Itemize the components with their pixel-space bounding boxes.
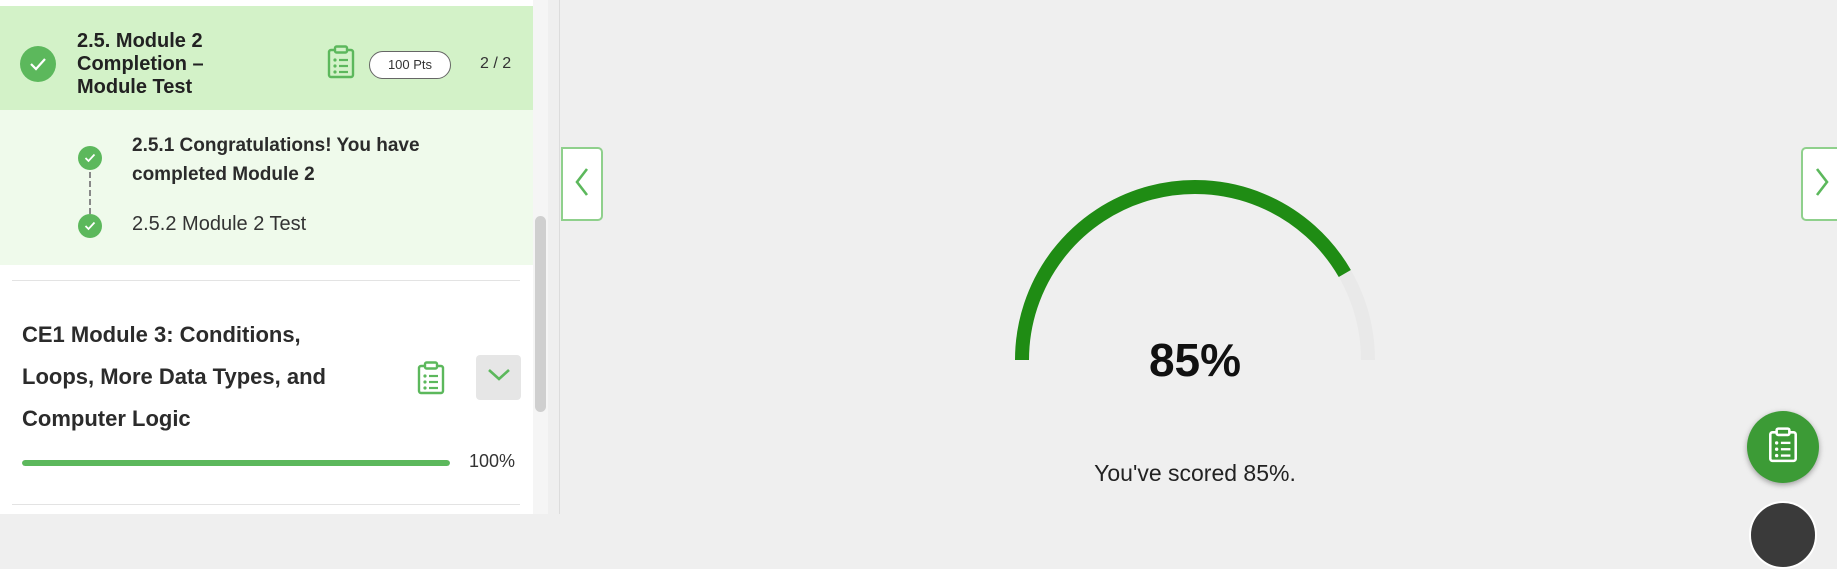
next-page-button[interactable] (1801, 147, 1837, 221)
sub-item-congratulations[interactable]: 2.5.1 Congratulations! You have complete… (132, 131, 432, 189)
secondary-floating-button[interactable] (1749, 501, 1817, 569)
sidebar-border (559, 0, 560, 514)
score-message: You've scored 85%. (1094, 460, 1296, 486)
clipboard-icon (327, 45, 355, 84)
complete-check-icon (78, 214, 102, 238)
module-2-completion-header[interactable]: 2.5. Module 2 Completion – Module Test 1… (0, 6, 534, 110)
points-badge: 100 Pts (369, 51, 451, 79)
module-3-progress-label: 100% (469, 451, 516, 471)
progress-connector (89, 172, 91, 214)
module-3-title[interactable]: CE1 Module 3: Conditions, Loops, More Da… (22, 314, 362, 440)
clipboard-icon (417, 361, 445, 400)
course-outline-sidebar: 2.5. Module 2 Completion – Module Test 1… (0, 0, 548, 514)
quiz-menu-button[interactable] (1747, 411, 1819, 483)
progress-fill (22, 460, 450, 466)
chevron-right-icon (1814, 167, 1830, 202)
sidebar-scroll-thumb[interactable] (535, 216, 546, 412)
divider (12, 280, 520, 281)
module-3-progress-bar (22, 460, 450, 466)
chevron-left-icon (574, 167, 590, 202)
divider (12, 504, 520, 505)
previous-page-button[interactable] (561, 147, 603, 221)
score-percentage: 85% (1148, 334, 1242, 386)
clipboard-icon (1768, 426, 1798, 468)
expand-module-3-button[interactable] (476, 355, 521, 400)
chevron-down-icon (487, 368, 511, 387)
complete-check-icon (78, 146, 102, 170)
sub-item-module-2-test[interactable]: 2.5.2 Module 2 Test (132, 213, 306, 236)
completion-count: 2 / 2 (480, 55, 512, 72)
module-2-completion-title: 2.5. Module 2 Completion – Module Test (77, 30, 204, 98)
complete-check-icon (20, 46, 56, 82)
